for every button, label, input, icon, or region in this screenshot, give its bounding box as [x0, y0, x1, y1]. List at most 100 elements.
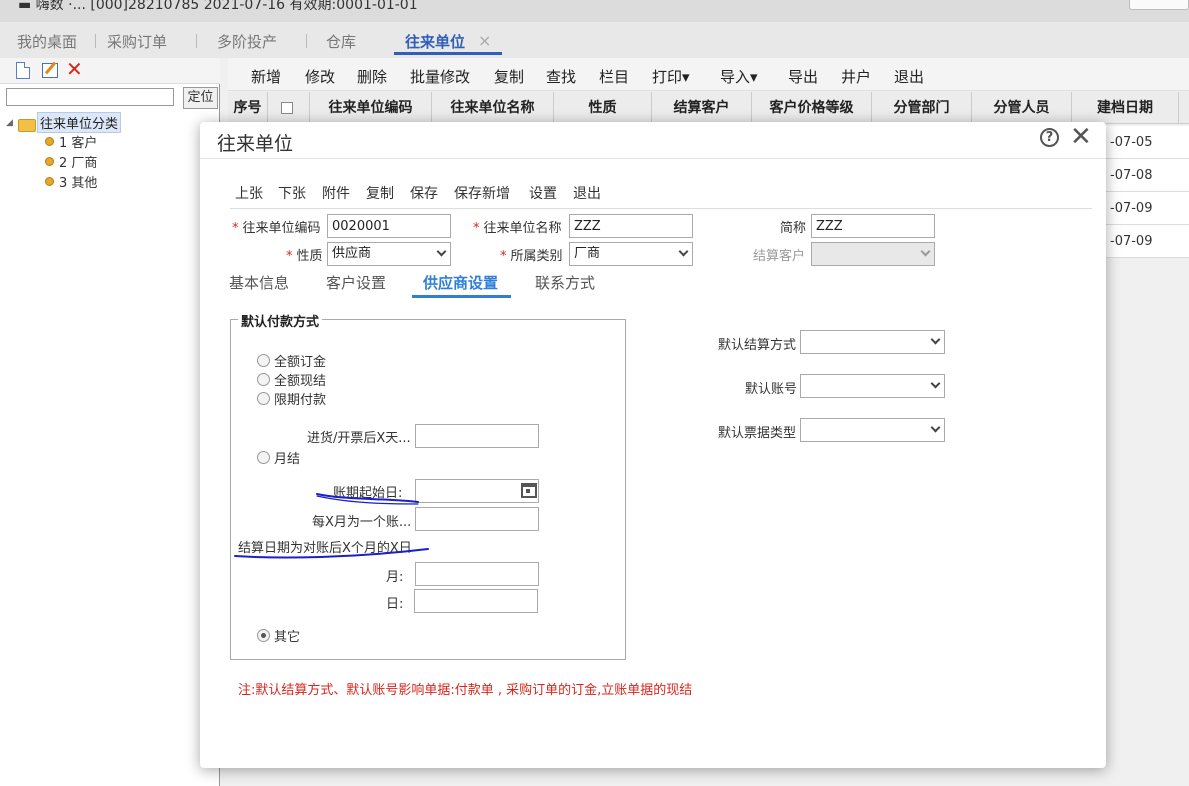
toolbar-delete[interactable]: 删除	[357, 66, 387, 87]
folder-icon	[18, 119, 36, 132]
period-months-field[interactable]	[415, 507, 539, 531]
col-code[interactable]: 往来单位编码	[310, 92, 432, 124]
tab-close-icon[interactable]: ×	[478, 31, 491, 50]
col-created-date[interactable]: 建档日期	[1072, 92, 1179, 124]
help-icon[interactable]: ?	[1040, 128, 1059, 147]
col-price-level[interactable]: 客户价格等级	[752, 92, 872, 124]
toolbar-batch-modify[interactable]: 批量修改	[410, 66, 470, 87]
tree-search-input[interactable]	[6, 88, 174, 106]
tree-root[interactable]: 往来单位分类	[37, 112, 122, 133]
row-created-date: -07-05	[1110, 135, 1153, 150]
subtab-supplier-settings[interactable]: 供应商设置	[423, 272, 498, 293]
subtab-customer-settings[interactable]: 客户设置	[326, 272, 386, 293]
new-document-icon[interactable]	[16, 62, 30, 79]
tree-item-vendor[interactable]: 2 厂商	[59, 152, 97, 171]
note-text: 注:默认结算方式、默认账号影响单据:付款单 , 采购订单的订金,立账单据的现结	[238, 683, 693, 698]
tab-multi-production[interactable]: 多阶投产	[217, 31, 277, 52]
main-toolbar: 新增 修改 删除 批量修改 复制 查找 栏目 打印▾ 导入▾ 导出 井户 退出	[228, 58, 1189, 91]
tab-warehouse[interactable]: 仓库	[326, 31, 356, 52]
code-field[interactable]	[327, 214, 451, 238]
chevron-down-icon	[436, 246, 447, 257]
tree-item-customer[interactable]: 1 客户	[59, 132, 97, 151]
radio-monthly[interactable]	[257, 451, 270, 464]
subtab-basic-info[interactable]: 基本信息	[229, 272, 289, 293]
col-department[interactable]: 分管部门	[872, 92, 972, 124]
chevron-down-icon	[920, 246, 931, 257]
category-select[interactable]: 厂商	[569, 242, 693, 266]
days-after-label: 进货/开票后X天...	[307, 431, 411, 446]
default-account-label: 默认账号	[745, 382, 798, 397]
select-all-checkbox[interactable]	[281, 102, 293, 114]
day-field[interactable]	[414, 589, 538, 613]
short-name-field[interactable]	[811, 214, 935, 238]
tree-toolbar: ✕	[0, 58, 220, 84]
tab-partners[interactable]: 往来单位	[405, 31, 465, 52]
active-subtab-indicator	[412, 295, 511, 298]
delete-icon[interactable]: ✕	[66, 59, 83, 79]
exit-button[interactable]: 退出	[573, 183, 601, 203]
save-button[interactable]: 保存	[410, 183, 438, 203]
nature-label-text: 性质	[296, 249, 323, 264]
toolbar-print[interactable]: 打印▾	[652, 66, 690, 87]
toolbar-import[interactable]: 导入▾	[720, 66, 758, 87]
tab-separator	[95, 34, 96, 48]
dialog-title: 往来单位	[217, 133, 294, 155]
radio-full-deposit-label: 全额订金	[274, 355, 327, 370]
name-label: * 往来单位名称	[473, 217, 562, 236]
month-field[interactable]	[415, 562, 539, 586]
default-method-select[interactable]	[800, 330, 945, 354]
toolbar-copy[interactable]: 复制	[494, 66, 524, 87]
tab-purchase-order[interactable]: 采购订单	[107, 31, 167, 52]
days-after-field[interactable]	[415, 424, 539, 448]
settings-button[interactable]: 设置	[529, 183, 557, 203]
toolbar-modify[interactable]: 修改	[305, 66, 335, 87]
tree-collapse-icon[interactable]: ◢	[6, 118, 13, 128]
radio-full-deposit[interactable]	[257, 354, 270, 367]
settle-customer-select	[811, 242, 935, 266]
toolbar-new[interactable]: 新增	[251, 66, 281, 87]
col-settle-customer[interactable]: 结算客户	[652, 92, 752, 124]
active-tab-indicator	[394, 52, 502, 55]
annotation-underline-settle	[234, 548, 429, 559]
nature-select[interactable]: 供应商	[327, 242, 451, 266]
payment-method-legend: 默认付款方式	[238, 311, 323, 330]
radio-other-label: 其它	[274, 630, 301, 645]
default-account-select[interactable]	[800, 374, 945, 398]
toolbar-exit[interactable]: 退出	[894, 66, 924, 87]
attachment-button[interactable]: 附件	[322, 183, 350, 203]
locate-button[interactable]: 定位	[183, 87, 218, 109]
radio-other[interactable]	[257, 629, 270, 642]
col-nature[interactable]: 性质	[554, 92, 652, 124]
col-name[interactable]: 往来单位名称	[432, 92, 554, 124]
prev-record-button[interactable]: 上张	[235, 183, 263, 203]
header-button[interactable]	[1129, 0, 1189, 10]
category-label: * 所属类别	[500, 245, 563, 264]
required-mark: *	[500, 249, 507, 264]
save-new-button[interactable]: 保存新增	[454, 183, 510, 203]
col-seq[interactable]: 序号	[228, 92, 268, 124]
tab-separator	[196, 34, 197, 48]
category-select-value: 厂商	[574, 246, 601, 261]
edit-icon[interactable]	[42, 63, 58, 78]
radio-term-payment[interactable]	[257, 392, 270, 405]
short-name-label: 简称	[780, 221, 807, 236]
chevron-down-icon	[678, 246, 689, 257]
calendar-icon[interactable]	[521, 483, 537, 498]
name-field[interactable]	[569, 214, 693, 238]
toolbar-columns[interactable]: 栏目	[599, 66, 629, 87]
close-icon[interactable]: ✕	[1070, 122, 1092, 152]
tab-desktop[interactable]: 我的桌面	[17, 31, 77, 52]
copy-button[interactable]: 复制	[366, 183, 394, 203]
toolbar-export[interactable]: 导出	[788, 66, 818, 87]
subtab-contact[interactable]: 联系方式	[535, 272, 595, 293]
toolbar-well[interactable]: 井户	[841, 66, 871, 87]
annotation-underline-start	[316, 493, 419, 505]
col-staff[interactable]: 分管人员	[972, 92, 1072, 124]
next-record-button[interactable]: 下张	[278, 183, 306, 203]
radio-monthly-label: 月结	[274, 452, 301, 467]
toolbar-find[interactable]: 查找	[546, 66, 576, 87]
tree-item-other[interactable]: 3 其他	[59, 172, 97, 191]
radio-full-cash[interactable]	[257, 373, 270, 386]
category-label-text: 所属类别	[510, 249, 563, 264]
default-bill-type-select[interactable]	[800, 418, 945, 442]
